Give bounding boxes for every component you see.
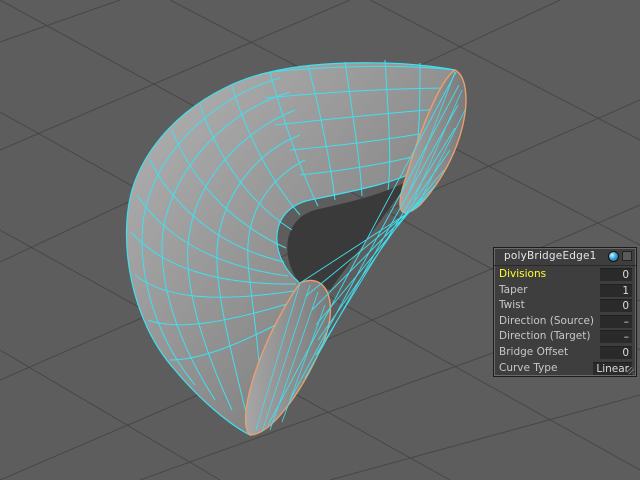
- attr-label: Curve Type: [499, 361, 558, 374]
- half-torus-mesh[interactable]: [125, 59, 467, 436]
- attr-row-direction-target[interactable]: Direction (Target) –: [494, 329, 636, 345]
- inview-attribute-editor[interactable]: polyBridgeEdge1 Divisions 0 Taper 1 Twis…: [493, 247, 637, 377]
- attr-value-field[interactable]: 0: [600, 268, 632, 281]
- attr-label: Divisions: [499, 268, 547, 280]
- attr-label: Direction (Target): [499, 330, 591, 343]
- resize-grip-icon[interactable]: [627, 367, 634, 374]
- node-title: polyBridgeEdge1: [504, 250, 597, 262]
- close-square-icon[interactable]: [622, 251, 632, 261]
- attr-row-twist[interactable]: Twist 0: [494, 298, 636, 314]
- attr-value-field[interactable]: 1: [600, 283, 632, 297]
- attr-value-field[interactable]: 0: [600, 299, 632, 313]
- attr-value-dropdown[interactable]: –: [600, 314, 632, 328]
- attr-value-dropdown[interactable]: –: [600, 330, 632, 344]
- attribute-list: Divisions 0 Taper 1 Twist 0 Direction (S…: [494, 266, 636, 376]
- attr-row-direction-source[interactable]: Direction (Source) –: [494, 314, 636, 330]
- attr-label: Taper: [499, 283, 528, 296]
- attr-row-divisions[interactable]: Divisions 0: [494, 267, 636, 283]
- viewport[interactable]: polyBridgeEdge1 Divisions 0 Taper 1 Twis…: [0, 0, 640, 480]
- attr-label: Bridge Offset: [499, 345, 569, 358]
- viewport-canvas[interactable]: [0, 0, 640, 480]
- attr-row-taper[interactable]: Taper 1: [494, 283, 636, 299]
- attr-row-curve-type[interactable]: Curve Type Linear: [494, 361, 636, 377]
- attr-label: Twist: [499, 299, 525, 312]
- attr-value-field[interactable]: 0: [600, 345, 632, 359]
- inview-editor-header[interactable]: polyBridgeEdge1: [494, 248, 636, 266]
- attr-row-bridge-offset[interactable]: Bridge Offset 0: [494, 345, 636, 361]
- attr-label: Direction (Source): [499, 314, 595, 327]
- sphere-icon[interactable]: [608, 251, 619, 262]
